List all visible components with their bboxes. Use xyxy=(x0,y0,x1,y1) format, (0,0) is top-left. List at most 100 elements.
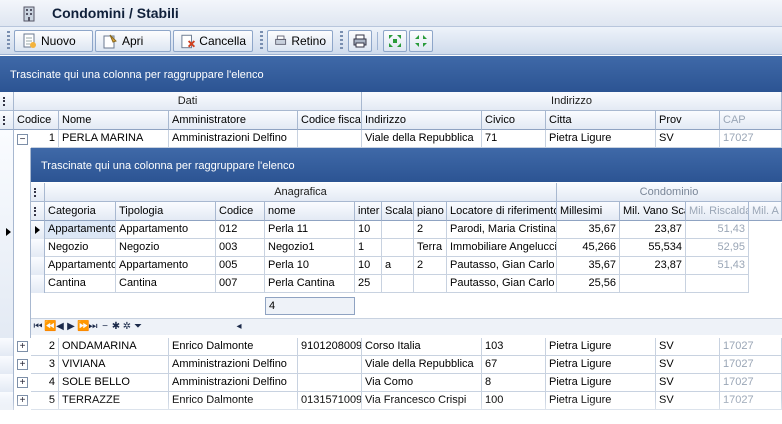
col-header-codice[interactable]: Codice xyxy=(216,202,265,221)
print-button[interactable] xyxy=(348,30,372,52)
col-header-indirizzo[interactable]: Indirizzo xyxy=(362,111,482,130)
col-header-categoria[interactable]: Categoria xyxy=(45,202,116,221)
cell-piano[interactable]: 2 xyxy=(414,221,447,239)
cell-codice[interactable]: 2 xyxy=(31,338,59,356)
col-header-millesimi[interactable]: Millesimi xyxy=(557,202,620,221)
col-header-codice[interactable]: Codice xyxy=(14,111,59,130)
cell-tipologia[interactable]: Appartamento xyxy=(116,221,216,239)
expand-row-button[interactable]: + xyxy=(17,359,28,370)
cell-cap[interactable]: 17027 xyxy=(720,392,782,410)
cell-nome[interactable]: ONDAMARINA xyxy=(59,338,169,356)
col-header-civico[interactable]: Civico xyxy=(482,111,546,130)
cell-cap[interactable]: 17027 xyxy=(720,338,782,356)
cell-locatore[interactable]: Pautasso, Gian Carlo xyxy=(447,275,557,293)
cell-cap[interactable]: 17027 xyxy=(720,356,782,374)
cell-civico[interactable]: 103 xyxy=(482,338,546,356)
cell-tipologia[interactable]: Appartamento xyxy=(116,257,216,275)
group-by-panel[interactable]: Trascinate qui una colonna per raggruppa… xyxy=(0,56,782,92)
col-header-cap[interactable]: CAP xyxy=(720,111,782,130)
row-indicator[interactable] xyxy=(0,392,14,410)
cell-tipologia[interactable]: Negozio xyxy=(116,239,216,257)
cell-categoria[interactable]: Appartamento xyxy=(45,257,116,275)
cell-amministratore[interactable]: Amministrazioni Delfino xyxy=(169,374,298,392)
cell-tipologia[interactable]: Cantina xyxy=(116,275,216,293)
cell-prov[interactable]: SV xyxy=(656,356,720,374)
cell-nome[interactable]: Negozio1 xyxy=(265,239,355,257)
cell-prov[interactable]: SV xyxy=(656,338,720,356)
filter-icon[interactable]: ⏷ xyxy=(133,321,143,333)
next-page-icon[interactable]: ⏩ xyxy=(77,321,89,333)
cell-nome[interactable]: Perla Cantina xyxy=(265,275,355,293)
cell-codice-fiscale[interactable] xyxy=(298,374,362,392)
cell-nome[interactable]: TERRAZZE xyxy=(59,392,169,410)
detail-row-indicator[interactable] xyxy=(31,221,45,239)
scroll-left-icon[interactable]: ◂ xyxy=(234,321,244,333)
col-header-amministratore[interactable]: Amministratore xyxy=(169,111,298,130)
cell-citta[interactable]: Pietra Ligure xyxy=(546,130,656,148)
expand-row-button[interactable]: + xyxy=(17,395,28,406)
collapse-row-button[interactable]: − xyxy=(17,134,28,145)
cell-categoria[interactable]: Negozio xyxy=(45,239,116,257)
cell-mil-vano-scala[interactable]: 55,534 xyxy=(620,239,686,257)
cell-locatore[interactable]: Parodi, Maria Cristina xyxy=(447,221,557,239)
column-chooser-button[interactable] xyxy=(0,92,14,111)
collapse-all-button[interactable] xyxy=(409,30,433,52)
toolbar-grip[interactable] xyxy=(7,31,10,51)
col-header-codice-fiscale[interactable]: Codice fiscal xyxy=(298,111,362,130)
cell-millesimi[interactable]: 25,56 xyxy=(557,275,620,293)
cell-piano[interactable]: 2 xyxy=(414,257,447,275)
cell-codice[interactable]: 005 xyxy=(216,257,265,275)
col-header-prov[interactable]: Prov xyxy=(656,111,720,130)
cell-codice[interactable]: 007 xyxy=(216,275,265,293)
expand-row-button[interactable]: + xyxy=(17,377,28,388)
cell-scala[interactable] xyxy=(382,221,414,239)
cell-mil-vano-scala[interactable] xyxy=(620,275,686,293)
nuovo-button[interactable]: Nuovo xyxy=(14,30,93,52)
previous-page-icon[interactable]: ⏪ xyxy=(44,321,56,333)
col-header-nome[interactable]: nome xyxy=(265,202,355,221)
cell-scala[interactable] xyxy=(382,275,414,293)
column-chooser-button[interactable] xyxy=(0,111,14,130)
cell-citta[interactable]: Pietra Ligure xyxy=(546,356,656,374)
last-record-icon[interactable]: ⏭ xyxy=(88,321,98,333)
col-header-nome[interactable]: Nome xyxy=(59,111,169,130)
col-header-interno[interactable]: inter xyxy=(355,202,382,221)
cell-indirizzo[interactable]: Via Francesco Crispi xyxy=(362,392,482,410)
col-header-scala[interactable]: Scala xyxy=(382,202,414,221)
previous-record-icon[interactable]: ◀ xyxy=(55,321,65,333)
cell-mil-riscaldamento[interactable]: 51,43 xyxy=(686,257,749,275)
cell-locatore[interactable]: Immobiliare Angelucci xyxy=(447,239,557,257)
toolbar-grip[interactable] xyxy=(340,31,343,51)
cell-indirizzo[interactable]: Viale della Repubblica xyxy=(362,130,482,148)
cell-codice[interactable]: 4 xyxy=(31,374,59,392)
cell-nome[interactable]: Perla 10 xyxy=(265,257,355,275)
detail-column-chooser-button[interactable] xyxy=(31,202,45,221)
cell-indirizzo[interactable]: Via Como xyxy=(362,374,482,392)
col-header-piano[interactable]: piano xyxy=(414,202,447,221)
cell-mil-vano-scala[interactable]: 23,87 xyxy=(620,221,686,239)
cell-citta[interactable]: Pietra Ligure xyxy=(546,374,656,392)
cell-codice[interactable]: 003 xyxy=(216,239,265,257)
retino-button[interactable]: Retino xyxy=(267,30,333,52)
cell-amministratore[interactable]: Enrico Dalmonte xyxy=(169,338,298,356)
cell-prov[interactable]: SV xyxy=(656,374,720,392)
detail-row-indicator[interactable] xyxy=(31,275,45,293)
apri-button[interactable]: Apri xyxy=(95,30,171,52)
col-header-tipologia[interactable]: Tipologia xyxy=(116,202,216,221)
cell-interno[interactable]: 10 xyxy=(355,221,382,239)
cell-mil-vano-scala[interactable]: 23,87 xyxy=(620,257,686,275)
cell-codice[interactable]: 012 xyxy=(216,221,265,239)
cell-citta[interactable]: Pietra Ligure xyxy=(546,338,656,356)
detail-column-chooser-button[interactable] xyxy=(31,183,45,202)
cell-nome[interactable]: PERLA MARINA xyxy=(59,130,169,148)
cancella-button[interactable]: Cancella xyxy=(173,30,253,52)
detail-group-by-panel[interactable]: Trascinate qui una colonna per raggruppa… xyxy=(31,148,782,182)
cell-codice[interactable]: 5 xyxy=(31,392,59,410)
cell-civico[interactable]: 71 xyxy=(482,130,546,148)
insert-record-icon[interactable]: ✱ xyxy=(111,321,121,333)
cell-nome[interactable]: SOLE BELLO xyxy=(59,374,169,392)
cell-codice-fiscale[interactable]: 0131571009 xyxy=(298,392,362,410)
cell-civico[interactable]: 100 xyxy=(482,392,546,410)
col-header-mil-a[interactable]: Mil. A xyxy=(749,202,782,221)
cell-nome[interactable]: VIVIANA xyxy=(59,356,169,374)
